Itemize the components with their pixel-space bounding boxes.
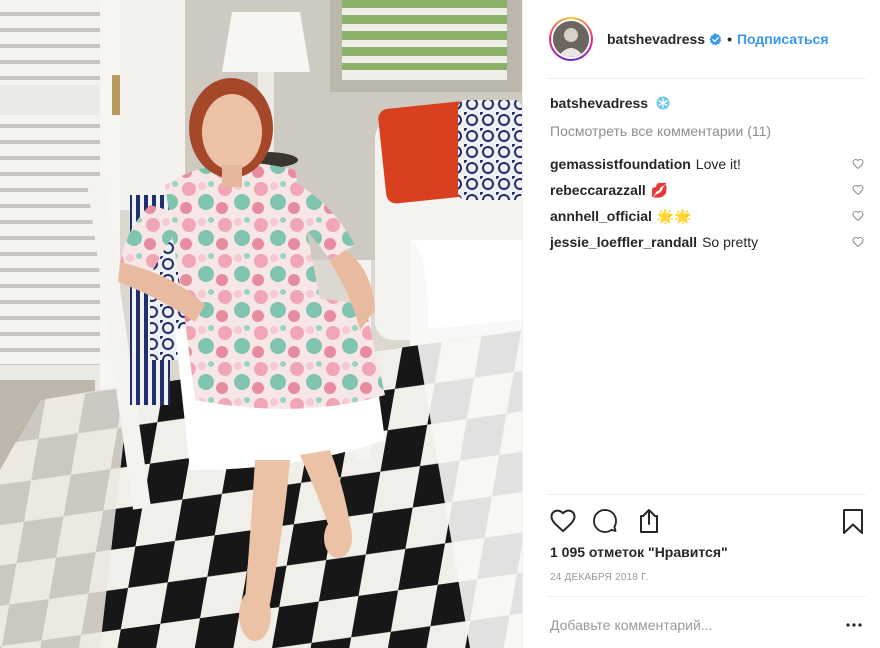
- comment-item: gemassistfoundation Love it!: [550, 151, 866, 177]
- caption: batshevadress: [550, 95, 670, 111]
- comment-text: 🌟🌟: [656, 207, 692, 224]
- actions-divider: [547, 494, 866, 495]
- more-dots-icon[interactable]: [845, 617, 863, 633]
- add-comment-input[interactable]: [550, 617, 820, 633]
- comment-like-heart-icon[interactable]: [852, 236, 864, 248]
- comment-item: jessie_loeffler_randall So pretty: [550, 229, 866, 255]
- verified-badge-icon: [709, 32, 722, 46]
- avatar[interactable]: [549, 17, 593, 61]
- view-all-comments-link[interactable]: Посмотреть все комментарии (11): [550, 123, 771, 139]
- header-separator: •: [727, 31, 732, 47]
- bookmark-icon[interactable]: [839, 507, 867, 535]
- share-icon[interactable]: [635, 507, 663, 535]
- comment-like-heart-icon[interactable]: [852, 184, 864, 196]
- avatar-inner: [551, 19, 591, 59]
- comment-username[interactable]: jessie_loeffler_randall: [550, 234, 697, 250]
- comment-username[interactable]: annhell_official: [550, 208, 652, 224]
- avatar-photo-icon: [553, 21, 589, 57]
- follow-button[interactable]: Подписаться: [737, 31, 829, 47]
- photo-illustration: [0, 0, 522, 648]
- header-divider: [547, 78, 866, 79]
- like-count[interactable]: 1 095 отметок "Нравится": [550, 544, 728, 560]
- comment-like-heart-icon[interactable]: [852, 210, 864, 222]
- comment-username[interactable]: rebeccarazzall: [550, 182, 646, 198]
- comment-like-heart-icon[interactable]: [852, 158, 864, 170]
- instagram-post: batshevadress • Подписаться batshevadres…: [0, 0, 880, 648]
- header-username[interactable]: batshevadress: [607, 31, 705, 47]
- post-date[interactable]: 24 ДЕКАБРЯ 2018 Г.: [550, 572, 648, 583]
- snowflake-emoji-icon: [656, 96, 670, 110]
- comment-username[interactable]: gemassistfoundation: [550, 156, 691, 172]
- post-header: batshevadress • Подписаться: [523, 0, 880, 78]
- comment-icon[interactable]: [591, 507, 619, 535]
- comment-text: Love it!: [695, 156, 741, 172]
- comment-text: So pretty: [702, 234, 759, 250]
- heart-icon[interactable]: [549, 507, 577, 535]
- post-sidebar: batshevadress • Подписаться batshevadres…: [522, 0, 880, 648]
- caption-username[interactable]: batshevadress: [550, 95, 648, 111]
- comment-list: gemassistfoundation Love it! rebeccarazz…: [550, 151, 866, 255]
- post-photo[interactable]: [0, 0, 522, 648]
- comment-item: annhell_official 🌟🌟: [550, 203, 866, 229]
- add-comment-divider: [547, 596, 866, 597]
- action-bar: [549, 507, 867, 535]
- avatar-image: [553, 21, 589, 57]
- comment-text: 💋: [650, 181, 669, 198]
- comment-item: rebeccarazzall 💋: [550, 177, 866, 203]
